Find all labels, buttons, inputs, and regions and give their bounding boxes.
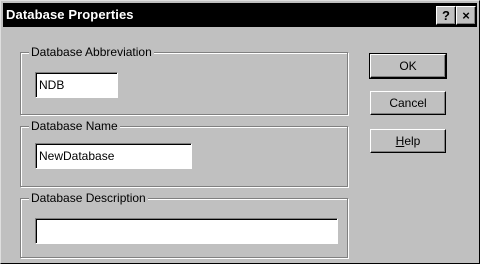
cancel-button[interactable]: Cancel xyxy=(370,91,446,115)
title-bar[interactable]: Database Properties ? × xyxy=(3,3,477,27)
help-icon[interactable]: ? xyxy=(436,6,456,25)
close-icon[interactable]: × xyxy=(456,6,476,25)
description-group: Database Description xyxy=(20,191,348,258)
name-label: Database Name xyxy=(29,119,120,133)
help-button[interactable]: Help xyxy=(370,129,446,153)
description-input[interactable] xyxy=(35,218,338,244)
database-properties-dialog: Database Properties ? × Database Abbrevi… xyxy=(0,0,480,264)
help-label-rest: elp xyxy=(404,134,421,148)
abbreviation-label: Database Abbreviation xyxy=(29,45,154,59)
abbreviation-group: Database Abbreviation xyxy=(20,45,348,115)
abbreviation-input[interactable] xyxy=(35,72,118,98)
name-input[interactable] xyxy=(35,143,192,169)
description-label: Database Description xyxy=(29,191,148,205)
dialog-title: Database Properties xyxy=(6,7,134,22)
ok-button[interactable]: OK xyxy=(369,53,447,79)
name-group: Database Name xyxy=(20,119,348,187)
